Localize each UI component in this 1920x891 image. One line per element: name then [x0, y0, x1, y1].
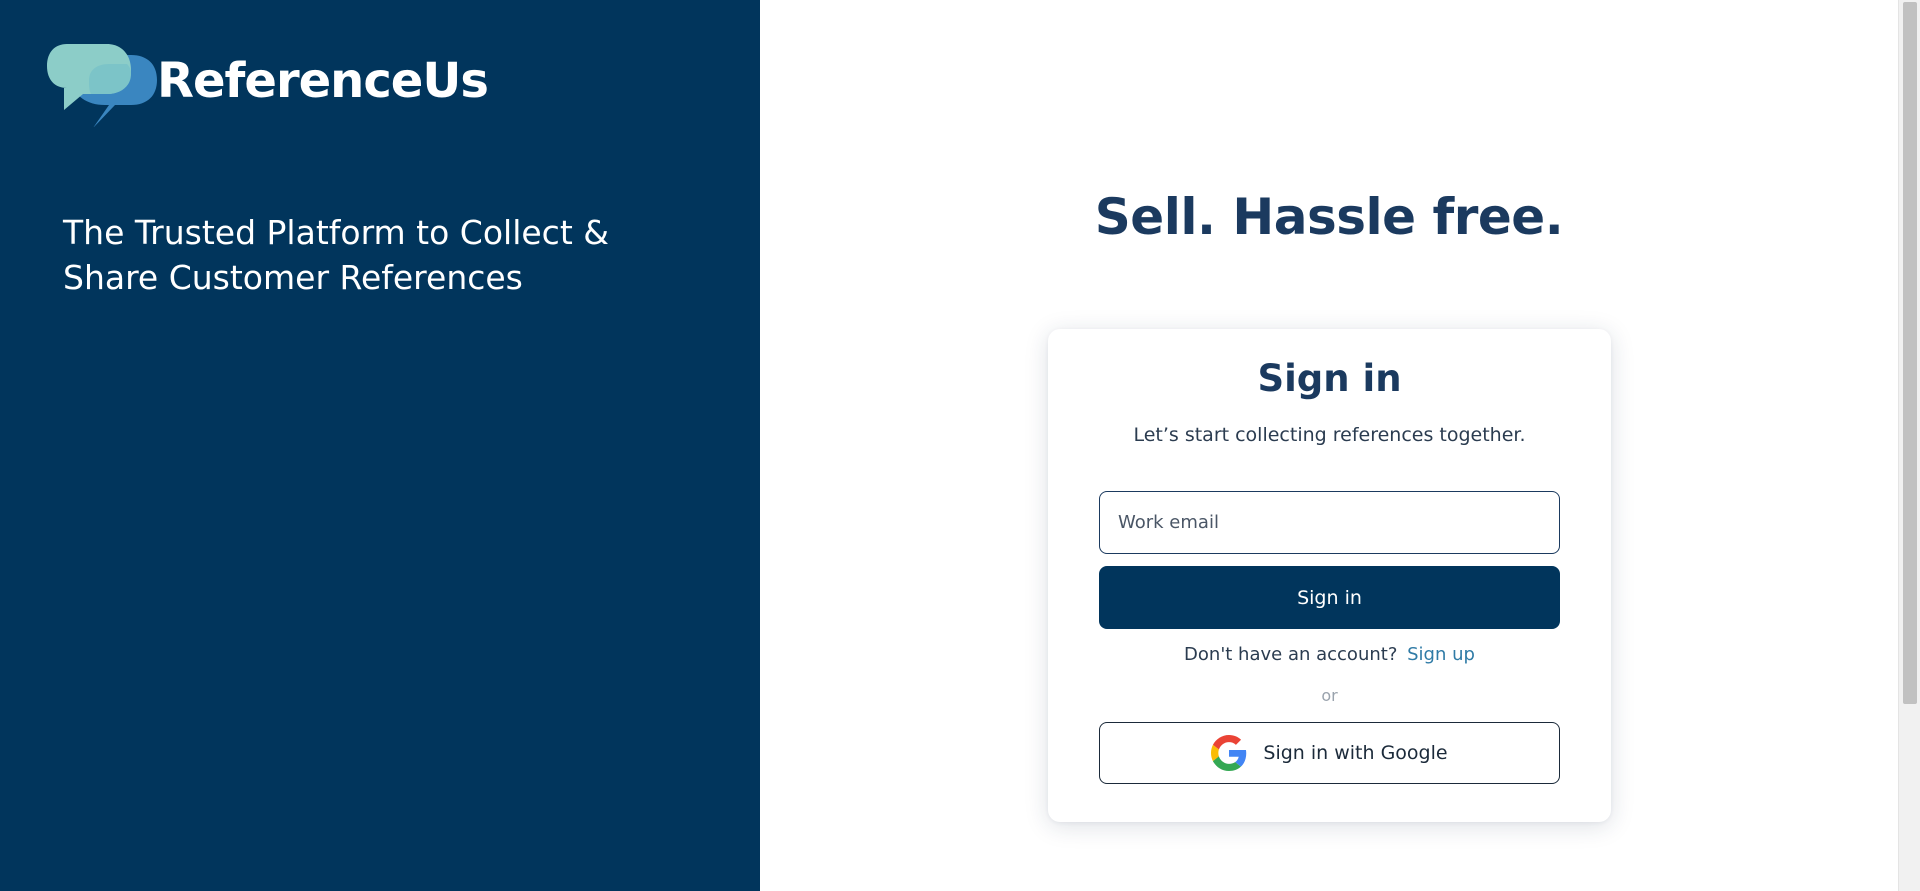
signin-button[interactable]: Sign in: [1099, 566, 1560, 629]
hero-headline: Sell. Hassle free.: [1094, 188, 1564, 246]
signup-link[interactable]: Sign up: [1407, 644, 1475, 665]
brand-name: ReferenceUs: [157, 52, 489, 109]
brand-panel: ReferenceUs The Trusted Platform to Coll…: [0, 0, 760, 891]
or-divider: or: [1321, 686, 1338, 705]
google-signin-button[interactable]: Sign in with Google: [1099, 722, 1560, 784]
brand-tagline: The Trusted Platform to Collect & Share …: [63, 213, 609, 297]
logo[interactable]: ReferenceUs: [47, 42, 489, 127]
no-account-text: Don't have an account?: [1184, 644, 1398, 665]
signin-card: Sign in Let’s start collecting reference…: [1048, 329, 1611, 822]
signin-title: Sign in: [1257, 357, 1402, 400]
signup-row: Don't have an account? Sign up: [1048, 644, 1611, 665]
google-button-label: Sign in with Google: [1263, 742, 1448, 764]
scrollbar-thumb[interactable]: [1903, 2, 1917, 704]
page-scrollbar[interactable]: [1898, 0, 1920, 891]
work-email-input[interactable]: [1099, 491, 1560, 554]
google-g-icon: [1211, 735, 1247, 771]
signin-subtitle: Let’s start collecting references togeth…: [1133, 424, 1526, 446]
speech-bubbles-icon: [47, 44, 157, 127]
signin-panel: Sell. Hassle free. Sign in Let’s start c…: [760, 0, 1898, 891]
